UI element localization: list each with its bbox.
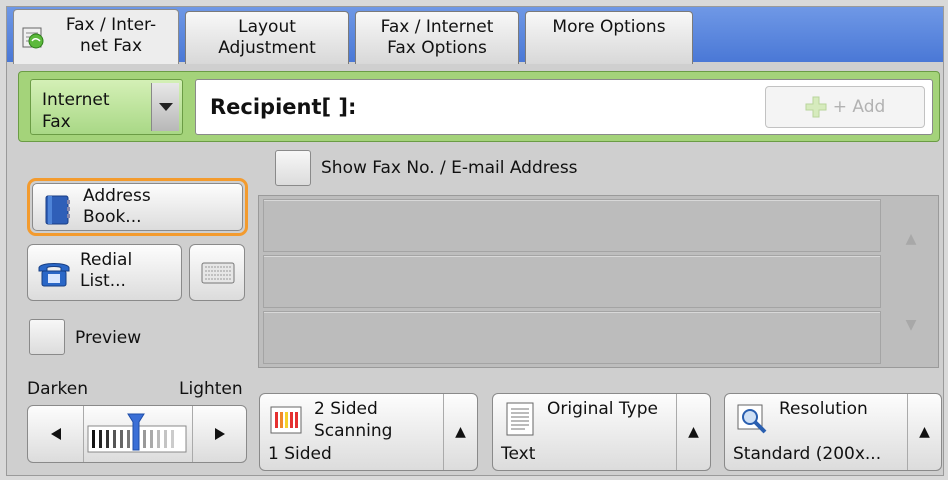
plus-icon: [805, 96, 827, 118]
show-address-checkbox[interactable]: [275, 150, 311, 186]
magnifier-icon: [737, 404, 767, 434]
preview-checkbox[interactable]: [29, 319, 65, 355]
scroll-down-button[interactable]: ▼: [886, 284, 936, 366]
triangle-up-icon: ▲: [905, 231, 917, 247]
address-book-label: Address Book...: [83, 186, 151, 227]
triangle-up-icon: ▲: [443, 394, 477, 470]
resolution-value: Standard (200x...: [733, 444, 882, 464]
recipient-type-label: Internet Fax: [42, 90, 110, 132]
list-item[interactable]: [263, 199, 881, 252]
chevron-down-icon: [151, 83, 179, 131]
tab-bar: Fax / Inter- net Fax Layout Adjustment F…: [7, 7, 943, 64]
recipient-label: Recipient[ ]:: [210, 95, 357, 119]
triangle-left-icon: [50, 428, 61, 440]
two-sided-scanning-button[interactable]: 2 Sided Scanning 1 Sided ▲: [259, 393, 478, 471]
lighten-label: Lighten: [179, 379, 243, 399]
list-item[interactable]: [263, 311, 881, 364]
darken-button[interactable]: [28, 406, 84, 462]
resolution-button[interactable]: Resolution Standard (200x... ▲: [724, 393, 942, 471]
telephone-icon: [38, 263, 70, 287]
recipient-field[interactable]: Recipient[ ]: + Add: [195, 79, 933, 135]
triangle-up-icon: ▲: [676, 394, 710, 470]
original-type-title: Original Type: [547, 399, 658, 419]
tab-fax-internet-fax-options[interactable]: Fax / Internet Fax Options: [355, 11, 519, 64]
tab-fax-internet-fax[interactable]: Fax / Inter- net Fax: [13, 9, 179, 64]
address-book-button[interactable]: Address Book...: [32, 183, 243, 231]
darkness-control: [27, 405, 247, 463]
darkness-slider[interactable]: [86, 412, 188, 456]
triangle-right-icon: [214, 428, 225, 440]
original-type-button[interactable]: Original Type Text ▲: [492, 393, 711, 471]
two-sided-title: 2 Sided Scanning: [314, 399, 393, 441]
lighten-button[interactable]: [192, 406, 246, 462]
scroll-up-button[interactable]: ▲: [886, 198, 936, 280]
original-type-value: Text: [501, 444, 536, 464]
tab-layout-adjustment[interactable]: Layout Adjustment: [185, 11, 349, 64]
darken-label: Darken: [27, 379, 88, 399]
fax-screen: Fax / Inter- net Fax Layout Adjustment F…: [6, 6, 944, 476]
redial-list-button[interactable]: Redial List...: [27, 244, 182, 301]
address-book-icon: [45, 195, 70, 225]
add-recipient-button[interactable]: + Add: [765, 86, 925, 128]
tab-more-options[interactable]: More Options: [525, 11, 693, 64]
recipient-list: ▲ ▼: [258, 195, 939, 368]
triangle-down-icon: ▼: [905, 317, 917, 333]
two-sided-value: 1 Sided: [268, 444, 332, 464]
recipient-type-dropdown[interactable]: Internet Fax: [30, 79, 183, 135]
preview-label: Preview: [75, 328, 142, 348]
list-item[interactable]: [263, 255, 881, 308]
show-address-label: Show Fax No. / E-mail Address: [321, 158, 578, 178]
redial-list-label: Redial List...: [80, 250, 133, 291]
resolution-title: Resolution: [779, 399, 868, 419]
triangle-up-icon: ▲: [907, 394, 941, 470]
keyboard-icon: [201, 262, 235, 284]
fax-icon: [22, 27, 44, 49]
document-icon: [506, 402, 534, 436]
keyboard-button[interactable]: [189, 244, 245, 301]
recipient-row: Internet Fax Recipient[ ]: + Add: [18, 71, 940, 142]
two-sided-icon: [270, 406, 302, 434]
